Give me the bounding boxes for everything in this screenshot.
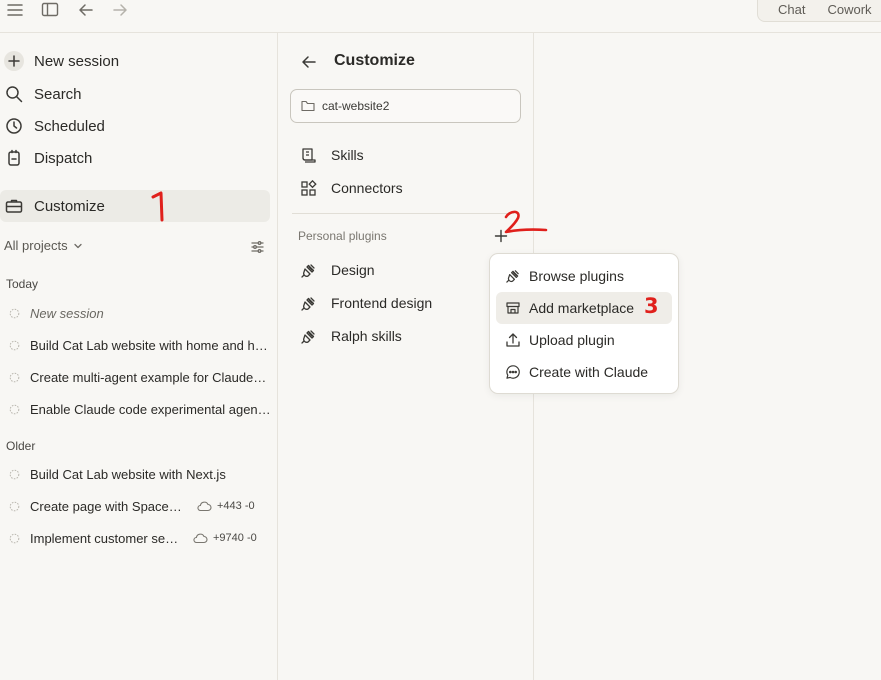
sidebar-item-scheduled[interactable]: Scheduled <box>0 110 270 142</box>
menu-item-label: Browse plugins <box>529 268 624 284</box>
back-arrow-icon[interactable] <box>77 1 95 19</box>
briefcase-icon <box>5 197 23 215</box>
new-session-button[interactable]: New session <box>0 45 270 77</box>
mode-switch: Chat Cowork <box>757 0 881 22</box>
session-status-icon <box>9 372 20 383</box>
plug-icon <box>300 295 317 312</box>
nav-label: New session <box>34 52 120 70</box>
list-item[interactable]: Implement customer seg… +9740 -0 <box>0 526 272 550</box>
group-label-today: Today <box>6 277 39 291</box>
annotation-step-3: 3 <box>644 294 659 318</box>
connectors-icon <box>300 179 317 197</box>
item-label: Design <box>331 262 375 278</box>
tab-cowork[interactable]: Cowork <box>827 2 871 17</box>
tab-chat[interactable]: Chat <box>778 2 805 17</box>
forward-arrow-icon[interactable] <box>111 1 129 19</box>
plug-icon <box>300 262 317 279</box>
session-title: Build Cat Lab website with home and h… <box>30 337 268 353</box>
folder-icon <box>301 100 315 112</box>
session-status-icon <box>9 308 20 319</box>
chat-bubble-icon <box>505 364 521 380</box>
page-title: Customize <box>334 52 415 69</box>
menu-item-label: Create with Claude <box>529 364 649 380</box>
store-icon <box>505 300 521 316</box>
cloud-icon <box>192 532 208 544</box>
filter-icon[interactable] <box>251 241 264 253</box>
session-status-icon <box>9 501 20 512</box>
session-title: Create multi-agent example for Claude… <box>30 369 267 385</box>
menu-item-browse-plugins[interactable]: Browse plugins <box>496 260 672 292</box>
add-plugin-menu: Browse plugins Add marketplace Upload pl… <box>489 253 679 394</box>
session-status-icon <box>9 533 20 544</box>
plugin-item-frontend-design[interactable]: Frontend design <box>300 289 432 317</box>
annotation-step-2 <box>504 210 548 234</box>
top-bar: Chat Cowork <box>0 0 881 33</box>
plug-icon <box>505 268 521 284</box>
plugin-item-design[interactable]: Design <box>300 256 375 284</box>
list-item[interactable]: Build Cat Lab website with Next.js <box>0 462 272 486</box>
list-item[interactable]: Build Cat Lab website with home and h… <box>0 333 272 357</box>
nav-label: Dispatch <box>34 149 93 167</box>
diff-stats: +9740 -0 <box>213 532 257 544</box>
session-title: Enable Claude code experimental agen… <box>30 401 271 417</box>
back-arrow-icon[interactable] <box>300 53 318 71</box>
divider <box>292 213 514 214</box>
menu-item-create-with-claude[interactable]: Create with Claude <box>496 356 672 388</box>
session-status-icon <box>9 469 20 480</box>
phone-icon <box>5 149 23 167</box>
project-selector[interactable]: cat-website2 <box>290 89 521 123</box>
menu-item-upload-plugin[interactable]: Upload plugin <box>496 324 672 356</box>
session-title: New session <box>30 305 104 321</box>
session-status-icon <box>9 340 20 351</box>
menu-item-label: Add marketplace <box>529 300 635 316</box>
session-title: Create page with SpaceX l… <box>30 498 190 514</box>
nav-label: Scheduled <box>34 117 105 135</box>
list-item[interactable]: New session <box>0 301 272 325</box>
sidebar: New session Search Scheduled Dispatch Cu… <box>0 33 278 680</box>
clock-icon <box>5 117 23 135</box>
diff-stats: +443 -0 <box>217 500 255 512</box>
item-label: Ralph skills <box>331 328 402 344</box>
sidebar-item-search[interactable]: Search <box>0 78 270 110</box>
group-label-older: Older <box>6 439 36 453</box>
list-item[interactable]: Create page with SpaceX l… +443 -0 <box>0 494 272 518</box>
item-label: Frontend design <box>331 295 433 311</box>
list-item[interactable]: Enable Claude code experimental agen… <box>0 397 272 421</box>
sidebar-item-dispatch[interactable]: Dispatch <box>0 142 270 174</box>
section-label-personal-plugins: Personal plugins <box>298 229 387 243</box>
skills-icon <box>300 147 317 164</box>
plugin-item-ralph-skills[interactable]: Ralph skills <box>300 322 402 350</box>
project-name: cat-website2 <box>322 99 390 113</box>
session-title: Implement customer seg… <box>30 530 182 546</box>
session-status-icon <box>9 404 20 415</box>
session-title: Build Cat Lab website with Next.js <box>30 466 226 482</box>
annotation-step-1 <box>151 191 164 222</box>
chevron-down-icon <box>73 241 83 251</box>
customize-item-skills[interactable]: Skills <box>300 141 364 169</box>
menu-item-label: Upload plugin <box>529 332 615 348</box>
item-label: Skills <box>331 147 364 163</box>
projects-filter-dropdown[interactable]: All projects <box>4 238 83 253</box>
menu-icon[interactable] <box>6 1 24 19</box>
projects-filter-label: All projects <box>4 238 68 253</box>
plus-icon <box>4 51 24 71</box>
list-item[interactable]: Create multi-agent example for Claude… <box>0 365 272 389</box>
search-icon <box>5 85 23 103</box>
cloud-icon <box>196 500 212 512</box>
plug-icon <box>300 328 317 345</box>
nav-label: Search <box>34 85 82 103</box>
sidebar-item-customize[interactable]: Customize <box>0 190 270 222</box>
upload-icon <box>505 332 521 348</box>
item-label: Connectors <box>331 180 403 196</box>
customize-item-connectors[interactable]: Connectors <box>300 174 403 202</box>
sidebar-toggle-icon[interactable] <box>41 1 59 19</box>
nav-label: Customize <box>34 197 105 215</box>
